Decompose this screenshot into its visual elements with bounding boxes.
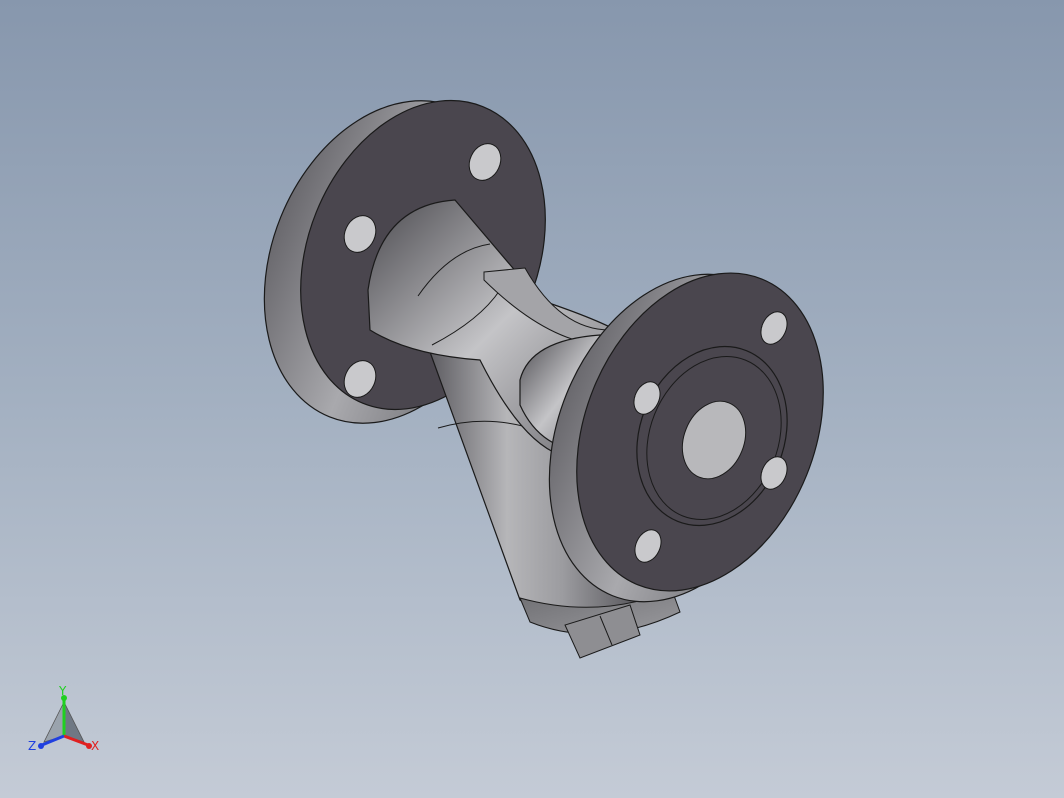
reference-triad[interactable]: Y X Z — [26, 684, 102, 754]
x-axis-label: X — [91, 739, 100, 753]
z-axis-label: Z — [28, 739, 37, 753]
y-strainer-model[interactable] — [0, 0, 1064, 798]
graphics-viewport[interactable]: Y X Z — [0, 0, 1064, 798]
y-axis-label: Y — [59, 684, 67, 698]
